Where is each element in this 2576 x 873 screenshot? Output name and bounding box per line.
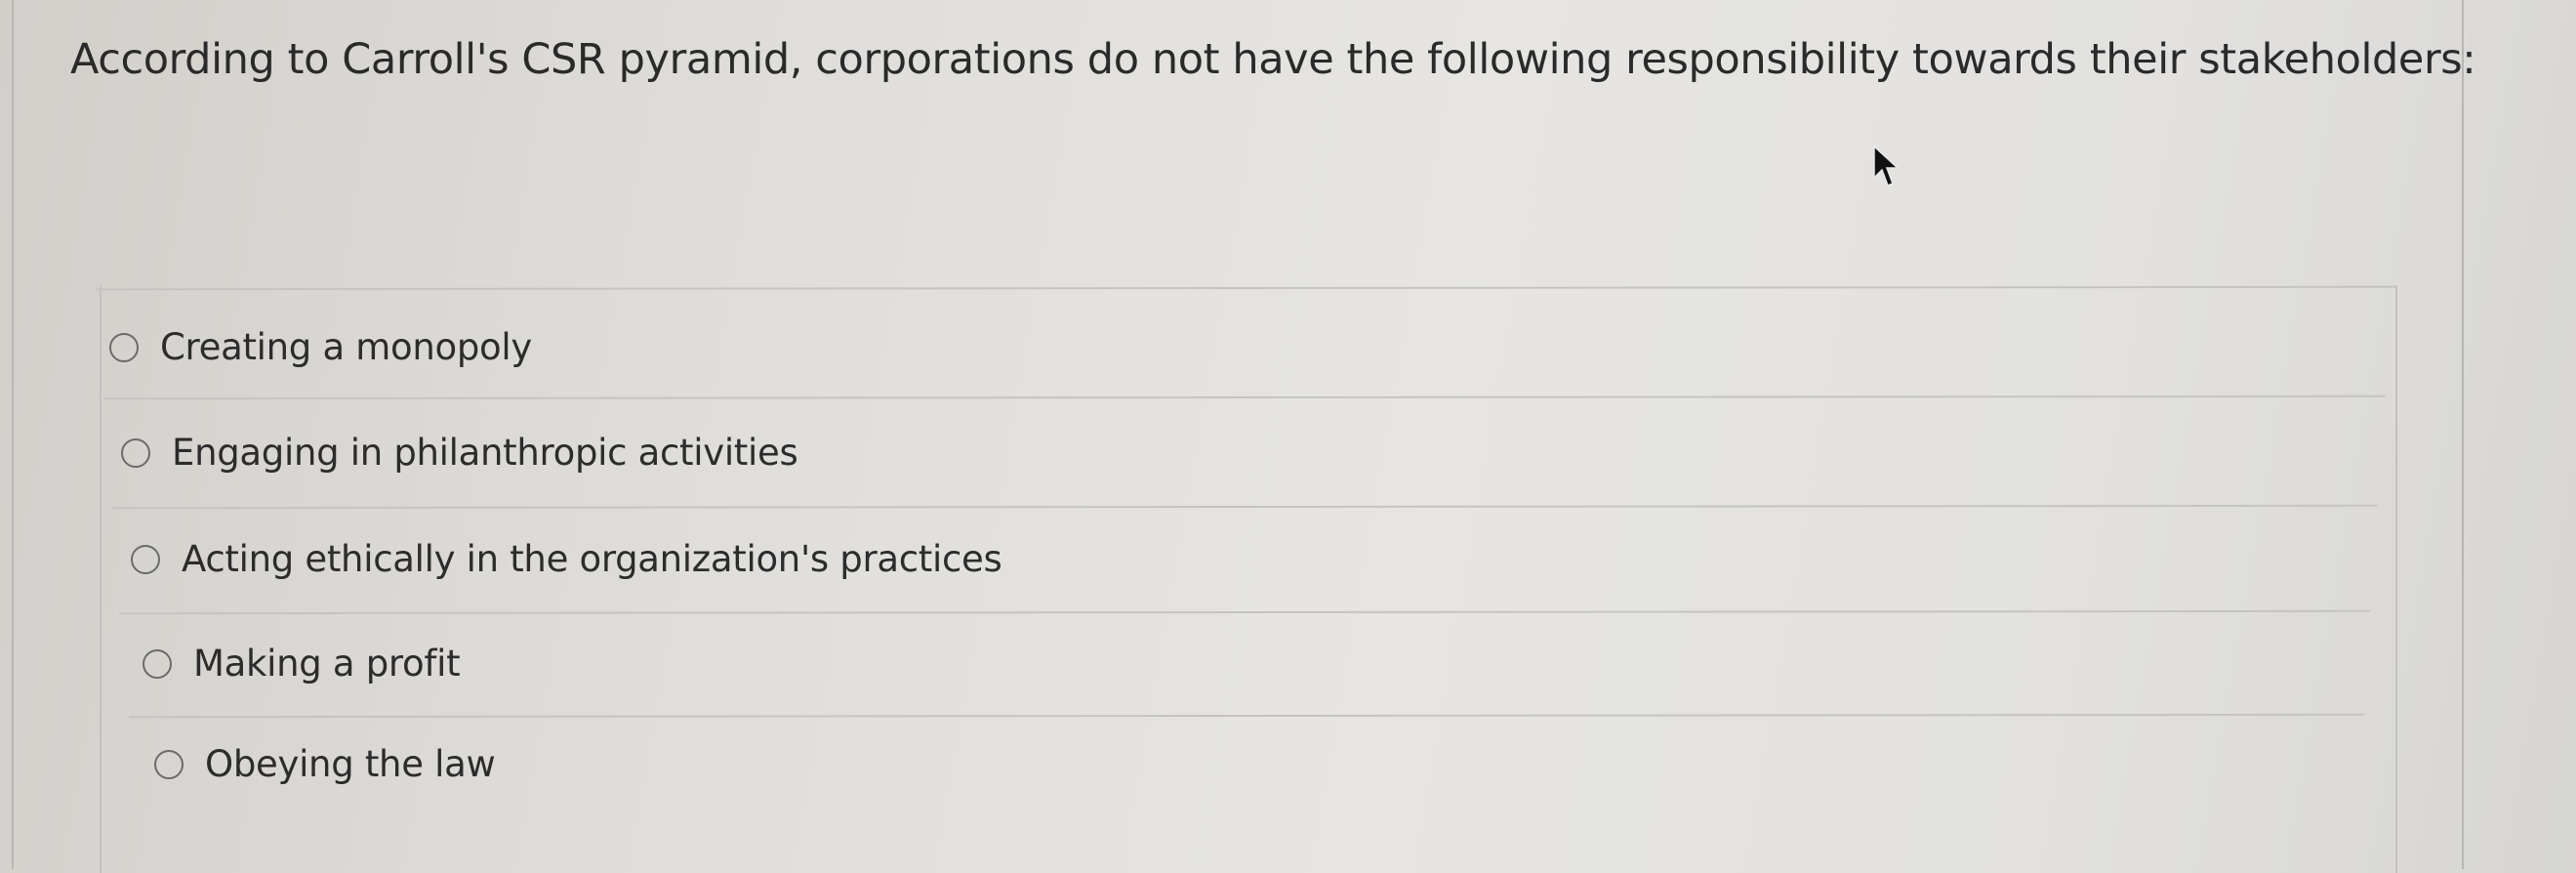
radio-button[interactable] bbox=[143, 648, 172, 679]
option-creating-a-monopoly[interactable]: Creating a monopoly bbox=[109, 326, 532, 368]
option-making-a-profit[interactable]: Making a profit bbox=[143, 643, 461, 685]
radio-button[interactable] bbox=[154, 749, 184, 779]
radio-button[interactable] bbox=[109, 332, 139, 362]
option-acting-ethically[interactable]: Acting ethically in the organization's p… bbox=[131, 538, 1002, 580]
option-label: Creating a monopoly bbox=[160, 326, 532, 368]
radio-button[interactable] bbox=[131, 544, 160, 574]
question-text: According to Carroll's CSR pyramid, corp… bbox=[70, 35, 2476, 84]
option-obeying-the-law[interactable]: Obeying the law bbox=[154, 743, 496, 785]
mouse-cursor-icon bbox=[1873, 145, 1900, 187]
option-label: Acting ethically in the organization's p… bbox=[182, 538, 1002, 580]
option-label: Making a profit bbox=[193, 643, 461, 685]
radio-button[interactable] bbox=[121, 437, 150, 468]
option-label: Obeying the law bbox=[205, 743, 496, 785]
option-label: Engaging in philanthropic activities bbox=[172, 432, 798, 474]
option-engaging-in-philanthropic-activities[interactable]: Engaging in philanthropic activities bbox=[121, 432, 798, 474]
